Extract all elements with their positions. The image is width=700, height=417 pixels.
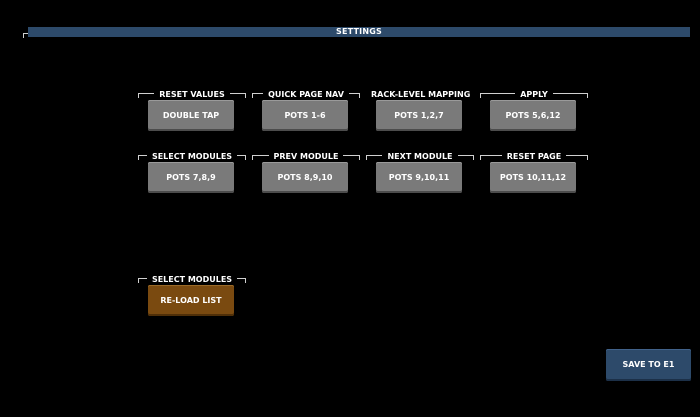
pots-9-10-11-button[interactable]: POTS 9,10,11 <box>376 162 462 193</box>
group-label-prev-module: PREV MODULE <box>268 152 344 162</box>
group-label-reset-page: RESET PAGE <box>501 152 567 162</box>
pots-1-6-button[interactable]: POTS 1-6 <box>262 100 348 131</box>
group-prev-module: PREV MODULE POTS 8,9,10 <box>252 152 360 196</box>
pots-1-2-7-button[interactable]: POTS 1,2,7 <box>376 100 462 131</box>
pots-10-11-12-button[interactable]: POTS 10,11,12 <box>490 162 576 193</box>
group-label-next-module: NEXT MODULE <box>382 152 458 162</box>
page-title: SETTINGS <box>28 27 690 37</box>
pots-8-9-10-button[interactable]: POTS 8,9,10 <box>262 162 348 193</box>
group-select-modules-reload: SELECT MODULES RE-LOAD LIST <box>138 275 246 319</box>
group-select-modules: SELECT MODULES POTS 7,8,9 <box>138 152 246 196</box>
group-apply: APPLY POTS 5,6,12 <box>480 90 588 134</box>
group-label-apply: APPLY <box>515 90 553 100</box>
group-rack-level-mapping: RACK-LEVEL MAPPING POTS 1,2,7 <box>366 90 476 134</box>
double-tap-button[interactable]: DOUBLE TAP <box>148 100 234 131</box>
group-reset-values: RESET VALUES DOUBLE TAP <box>138 90 246 134</box>
save-to-e1-button[interactable]: SAVE TO E1 <box>606 349 691 381</box>
settings-page: SETTINGS RESET VALUES DOUBLE TAP QUICK P… <box>0 0 700 417</box>
group-label-quick-page-nav: QUICK PAGE NAV <box>263 90 349 100</box>
group-label-reset-values: RESET VALUES <box>154 90 230 100</box>
group-label-rack-level-mapping: RACK-LEVEL MAPPING <box>366 90 476 100</box>
group-label-select-modules: SELECT MODULES <box>146 152 238 162</box>
reload-list-button[interactable]: RE-LOAD LIST <box>148 285 234 316</box>
group-label-select-modules-reload: SELECT MODULES <box>146 275 238 285</box>
group-quick-page-nav: QUICK PAGE NAV POTS 1-6 <box>252 90 360 134</box>
group-next-module: NEXT MODULE POTS 9,10,11 <box>366 152 474 196</box>
pots-5-6-12-button[interactable]: POTS 5,6,12 <box>490 100 576 131</box>
group-reset-page: RESET PAGE POTS 10,11,12 <box>480 152 588 196</box>
pots-7-8-9-button[interactable]: POTS 7,8,9 <box>148 162 234 193</box>
